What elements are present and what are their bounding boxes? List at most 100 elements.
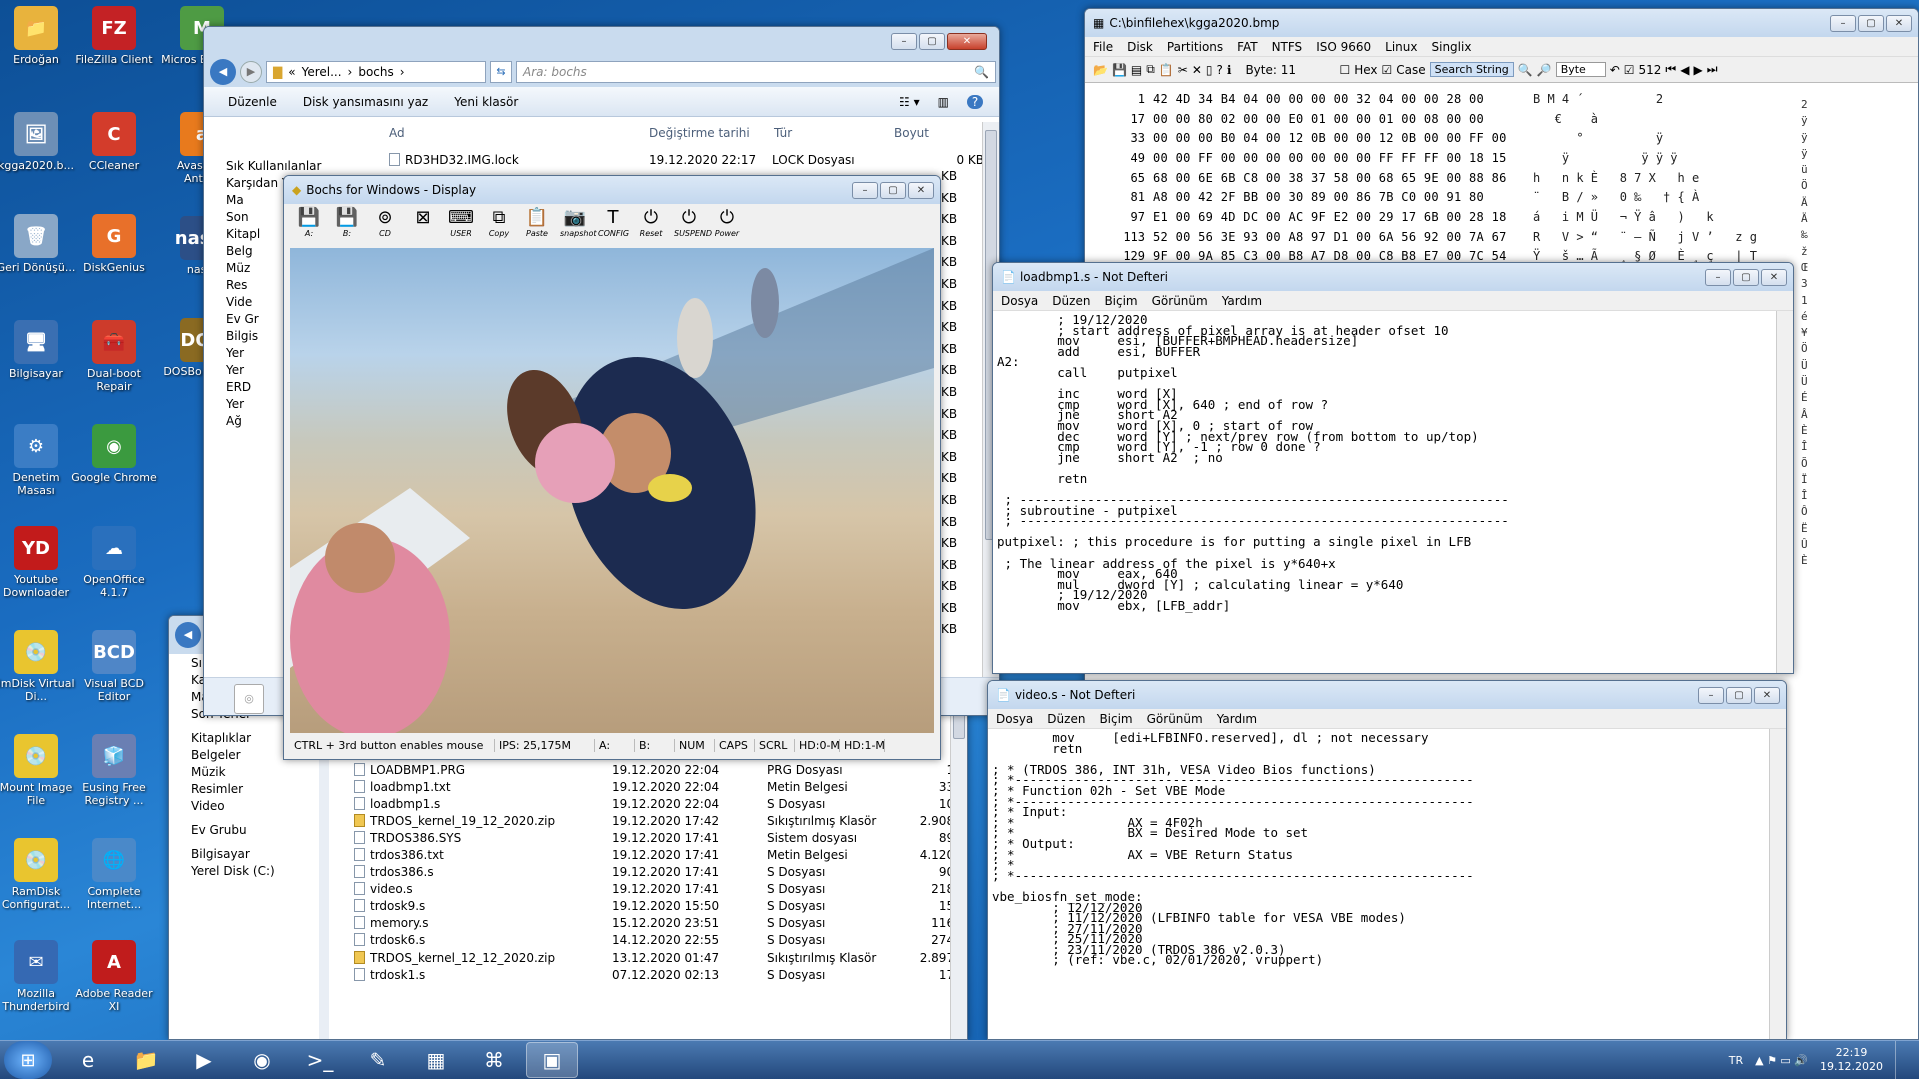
paste-icon[interactable]: 📋 — [1159, 63, 1174, 77]
next-icon[interactable]: ▶ — [1693, 63, 1702, 77]
desktop-icon[interactable]: 🖥 Bilgisayar — [0, 320, 80, 380]
preview-pane-icon[interactable]: ▥ — [938, 95, 949, 109]
maximize-button[interactable]: ▢ — [1726, 686, 1752, 704]
menu-item[interactable]: Biçim — [1104, 294, 1137, 308]
open-icon[interactable]: 📂 — [1093, 63, 1108, 77]
desktop-icon[interactable]: G DiskGenius — [70, 214, 158, 274]
menu-item[interactable]: Görünüm — [1147, 712, 1203, 726]
print-icon[interactable]: ▤ — [1131, 63, 1142, 77]
bochs-toolbar-button[interactable]: ⊚ CD — [370, 207, 400, 238]
desktop-icon[interactable]: 📁 Erdoğan — [0, 6, 80, 66]
delete-icon[interactable]: ✕ — [1192, 63, 1202, 77]
clock[interactable]: 22:19 19.12.2020 — [1820, 1046, 1883, 1074]
taskbar-button[interactable]: ◉ — [236, 1042, 288, 1078]
desktop-icon[interactable]: 🖼 kgga2020.b... — [0, 112, 80, 172]
hex-row[interactable]: 1 42 4D 34 B4 04 00 00 00 00 32 04 00 00 … — [1085, 89, 1918, 109]
address-bar[interactable]: ▇ « Yerel... › bochs › — [266, 61, 486, 83]
search-icon[interactable]: 🔍 — [1518, 63, 1533, 77]
file-row[interactable]: RD3HD32.IMG.lock 19.12.2020 22:17 LOCK D… — [389, 153, 984, 167]
nav-item[interactable]: Müzik — [169, 765, 319, 782]
hex-ascii[interactable]: ÿ ÿ ÿ ÿ — [1533, 151, 1783, 165]
hex-row[interactable]: 97 E1 00 69 4D DC 00 AC 9F E2 00 29 17 6B… — [1085, 207, 1918, 227]
bochs-toolbar-button[interactable]: ⏻ Reset — [636, 207, 666, 238]
text-editor[interactable]: ; 19/12/2020 ; start address of pixel ar… — [993, 311, 1776, 673]
emulator-display[interactable] — [290, 248, 934, 733]
bochs-toolbar-button[interactable]: 📋 Paste — [522, 207, 552, 238]
case-checkbox[interactable]: ☑ — [1382, 63, 1393, 77]
help-icon[interactable]: ? — [967, 94, 983, 109]
hex-bytes[interactable]: E1 00 69 4D DC 00 AC 9F E2 00 29 17 6B 0… — [1153, 210, 1533, 224]
search-input[interactable]: Ara: bochs 🔍 — [516, 61, 996, 83]
taskbar-button[interactable]: 📁 — [120, 1042, 172, 1078]
minimize-button[interactable]: – — [1705, 268, 1731, 286]
file-row[interactable]: trdosk6.s14.12.2020 22:55S Dosyası274 KB — [354, 932, 967, 949]
menu-item[interactable]: Yardım — [1217, 712, 1257, 726]
minimize-button[interactable]: – — [1698, 686, 1724, 704]
file-row[interactable]: TRDOS386.SYS 19.12.2020 17:41 Sistem dosya… — [354, 829, 967, 846]
menu-item[interactable]: Singlix — [1432, 40, 1472, 54]
file-row[interactable]: LOADBMP1.PRG19.12.2020 22:04PRG Dosyası1… — [354, 761, 967, 778]
desktop-icon[interactable]: A Adobe Reader XI — [70, 940, 158, 1013]
desktop-icon[interactable]: ✉ Mozilla Thunderbird — [0, 940, 80, 1013]
vertical-scrollbar[interactable] — [1769, 729, 1786, 1039]
hex-row[interactable]: 17 00 00 80 02 00 00 E0 01 00 00 01 00 08… — [1085, 109, 1918, 129]
column-date[interactable]: Değiştirme tarihi — [649, 126, 774, 140]
bochs-toolbar-button[interactable]: ⊠ — [408, 207, 438, 229]
bochs-toolbar-button[interactable]: ⏻ SUSPEND — [674, 207, 712, 238]
desktop-icon[interactable]: BCD Visual BCD Editor — [70, 630, 158, 703]
menu-item[interactable]: Partitions — [1167, 40, 1223, 54]
hex-ascii[interactable]: h n k È 8 7 X h e — [1533, 171, 1783, 185]
close-button[interactable]: ✕ — [1761, 268, 1787, 286]
bochs-toolbar-button[interactable]: 📷 snapshot — [560, 207, 597, 238]
bochs-toolbar-button[interactable]: T CONFIG — [598, 207, 629, 238]
menu-item[interactable]: Dosya — [1001, 294, 1038, 308]
taskbar-button[interactable]: ⌘ — [468, 1042, 520, 1078]
hex-bytes[interactable]: 00 00 00 B0 04 00 12 0B 00 00 12 0B 00 0… — [1153, 131, 1533, 145]
organize-menu[interactable]: Düzenle — [228, 95, 277, 109]
first-icon[interactable]: ⏮ — [1665, 62, 1676, 77]
close-button[interactable]: ✕ — [947, 33, 987, 50]
hex-ascii[interactable]: ¨ B / » 0 ‰ † { À — [1533, 190, 1783, 204]
minimize-button[interactable]: – — [1830, 14, 1856, 32]
taskbar-button[interactable]: ▶ — [178, 1042, 230, 1078]
desktop-icon[interactable]: 🌐 Complete Internet... — [70, 838, 158, 911]
nav-item[interactable]: Bilgisayar — [169, 847, 319, 864]
maximize-button[interactable]: ▢ — [1858, 14, 1884, 32]
hex-row[interactable]: 49 00 00 FF 00 00 00 00 00 00 00 FF FF FF… — [1085, 148, 1918, 168]
menu-item[interactable]: ISO 9660 — [1316, 40, 1371, 54]
hex-ascii[interactable]: ° ÿ — [1533, 131, 1783, 145]
nav-item[interactable]: Yerel Disk (C:) — [169, 864, 319, 881]
desktop-icon[interactable]: ⚙ Denetim Masası — [0, 424, 80, 497]
new-icon[interactable]: ▯ — [1206, 63, 1213, 77]
menu-item[interactable]: Düzen — [1047, 712, 1085, 726]
prev-icon[interactable]: ◀ — [1680, 63, 1689, 77]
column-type[interactable]: Tür — [774, 126, 894, 140]
count-checkbox[interactable]: ☑ — [1624, 63, 1635, 77]
menu-item[interactable]: Düzen — [1052, 294, 1090, 308]
menu-item[interactable]: Biçim — [1099, 712, 1132, 726]
desktop-icon[interactable]: 💿 RamDisk Configurat... — [0, 838, 80, 911]
nav-item[interactable]: Ev Grubu — [169, 823, 319, 847]
language-indicator[interactable]: TR — [1729, 1054, 1743, 1067]
file-row[interactable]: TRDOS_kernel_19_12_2020.zip 19.12.2020 17… — [354, 812, 967, 829]
back-button[interactable]: ◀ — [210, 59, 236, 85]
close-button[interactable]: ✕ — [1886, 14, 1912, 32]
hex-grid[interactable]: 1 42 4D 34 B4 04 00 00 00 00 32 04 00 00 … — [1085, 83, 1918, 286]
desktop-icon[interactable]: 💿 ImDisk Virtual Di... — [0, 630, 80, 703]
desktop-icon[interactable]: 💿 Mount Image File — [0, 734, 80, 807]
forward-button[interactable]: ▶ — [240, 61, 262, 83]
bochs-window[interactable]: ◆ Bochs for Windows - Display – ▢ ✕ 💾 A: 💾 B:… — [283, 175, 941, 760]
menu-item[interactable]: Görünüm — [1152, 294, 1208, 308]
bochs-toolbar-button[interactable]: ⏻ Power — [712, 207, 742, 238]
nav-item[interactable]: Resimler — [169, 782, 319, 799]
file-row[interactable]: trdos386.txt 19.12.2020 17:41 Metin Belges… — [354, 846, 967, 863]
menu-item[interactable]: FAT — [1237, 40, 1257, 54]
mode-select[interactable]: Byte — [1555, 62, 1606, 77]
breadcrumb-item[interactable]: Yerel... — [302, 65, 342, 79]
maximize-button[interactable]: ▢ — [880, 181, 906, 199]
minimize-button[interactable]: – — [852, 181, 878, 199]
taskbar-button[interactable]: >_ — [294, 1042, 346, 1078]
bochs-toolbar-button[interactable]: 💾 A: — [294, 207, 324, 238]
search-string-field[interactable]: Search String — [1429, 62, 1514, 77]
help-icon[interactable]: ? — [1217, 63, 1223, 77]
